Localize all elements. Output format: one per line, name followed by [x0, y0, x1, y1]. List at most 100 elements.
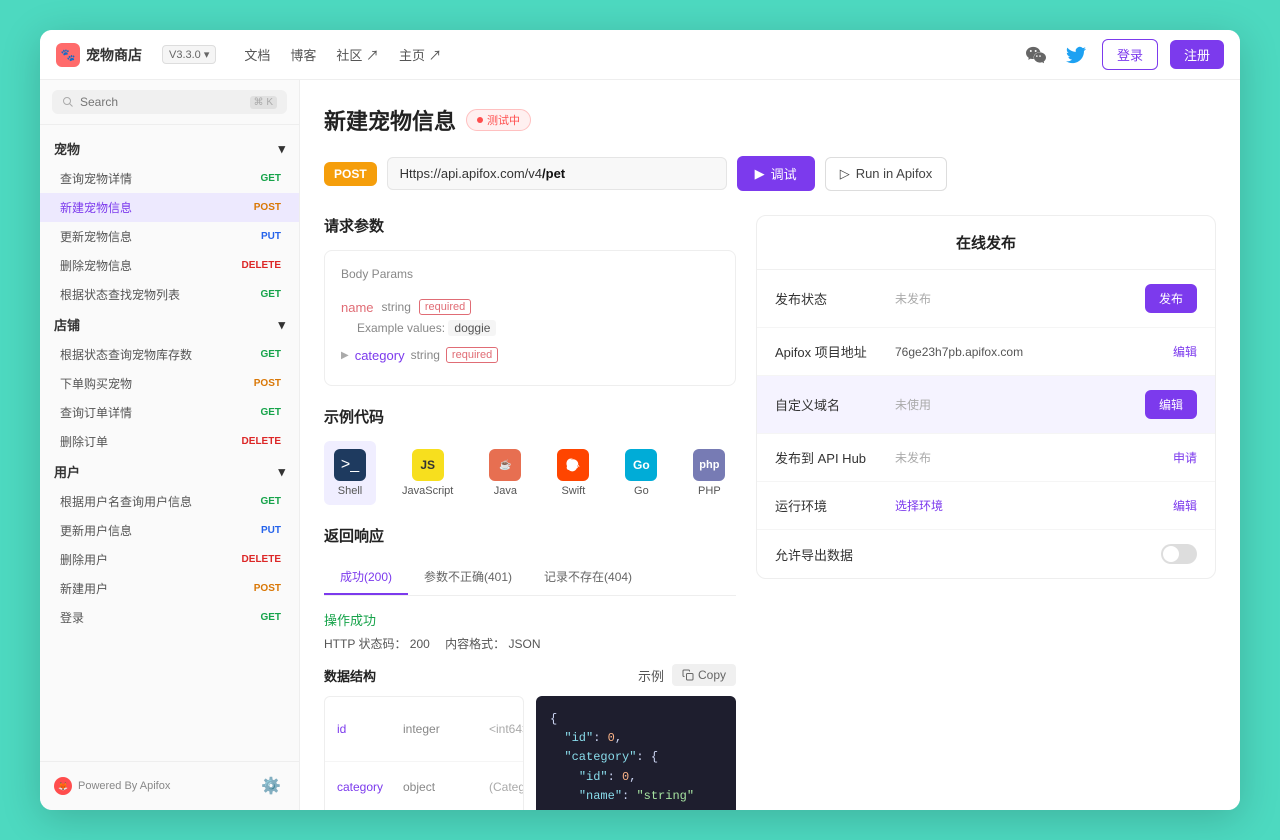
copy-button[interactable]: Copy — [672, 664, 736, 686]
code-tab-java-label: Java — [494, 485, 517, 497]
sidebar-item-new-user[interactable]: 新建用户 POST — [40, 574, 299, 603]
sidebar-item-delete-pet[interactable]: 删除宠物信息 DELETE — [40, 251, 299, 280]
json-line: "category": { — [550, 748, 722, 767]
data-struct-section: 数据结构 示例 Copy — [324, 664, 736, 810]
ds-header: 数据结构 示例 Copy — [324, 664, 736, 686]
php-icon: php — [693, 449, 725, 481]
publish-row-status: 发布状态 未发布 发布 — [757, 270, 1215, 328]
apply-hub-button[interactable]: 申请 — [1173, 449, 1197, 466]
sidebar-section-shop[interactable]: 店铺 ▾ — [40, 309, 299, 340]
sidebar-item-login[interactable]: 登录 GET — [40, 603, 299, 632]
main-content: 新建宠物信息 测试中 POST Https://api.apifox.com/v… — [300, 80, 1240, 810]
code-tab-shell[interactable]: >_ Shell — [324, 441, 376, 505]
param-cat-required: required — [446, 347, 498, 363]
json-line: "id": 0, — [550, 768, 722, 787]
sidebar-item-delete-user[interactable]: 删除用户 DELETE — [40, 545, 299, 574]
edit-domain-button[interactable]: 编辑 — [1145, 390, 1197, 419]
publish-row-env: 运行环境 选择环境 编辑 — [757, 482, 1215, 530]
sidebar-item-list-pet[interactable]: 根据状态查找宠物列表 GET — [40, 280, 299, 309]
sidebar-item-buy-pet[interactable]: 下单购买宠物 POST — [40, 369, 299, 398]
chevron-right-icon: ▶ — [341, 350, 349, 361]
edit-url-button[interactable]: 编辑 — [1173, 343, 1197, 360]
json-line: "id": 0, — [550, 729, 722, 748]
sidebar-item-query-user[interactable]: 根据用户名查询用户信息 GET — [40, 487, 299, 516]
sidebar: ⌘ K 宠物 ▾ 查询宠物详情 GET 新建宠物信息 POST 更新宠 — [40, 80, 300, 810]
publish-title: 在线发布 — [757, 216, 1215, 270]
sidebar-item-new-pet[interactable]: 新建宠物信息 POST — [40, 193, 299, 222]
code-tabs: >_ Shell JS JavaScript ☕ Java — [324, 441, 736, 505]
request-params-title: 请求参数 — [324, 215, 736, 236]
page-title-row: 新建宠物信息 测试中 — [324, 104, 1216, 136]
table-row: category object (Category) 可选 — [325, 762, 523, 810]
test-button[interactable]: ▶ 调试 — [737, 156, 815, 191]
param-example-row: Example values: doggie — [341, 321, 719, 335]
two-col-layout: 请求参数 Body Params name string required Ex… — [324, 215, 1216, 810]
nav-link-blog[interactable]: 博客 — [290, 45, 316, 64]
response-tabs: 成功(200) 参数不正确(401) 记录不存在(404) — [324, 560, 736, 596]
settings-icon[interactable]: ⚙️ — [257, 772, 285, 800]
status-badge: 测试中 — [466, 109, 531, 131]
sidebar-item-delete-order[interactable]: 删除订单 DELETE — [40, 427, 299, 456]
code-tab-php-label: PHP — [698, 485, 721, 497]
example-title: 示例 — [638, 666, 664, 685]
publish-button[interactable]: 发布 — [1145, 284, 1197, 313]
param-cat-name: category — [355, 348, 405, 363]
code-tab-go[interactable]: Go Go — [615, 441, 667, 505]
wechat-icon[interactable] — [1022, 41, 1050, 69]
run-button[interactable]: ▷ Run in Apifox — [825, 157, 948, 191]
code-examples-title: 示例代码 — [324, 406, 736, 427]
export-toggle[interactable] — [1161, 544, 1197, 564]
nav-link-docs[interactable]: 文档 — [244, 45, 270, 64]
sidebar-item-stock[interactable]: 根据状态查询宠物库存数 GET — [40, 340, 299, 369]
status-text: 测试中 — [487, 112, 520, 128]
search-input[interactable] — [80, 95, 250, 109]
code-tab-php[interactable]: php PHP — [683, 441, 735, 505]
code-tab-swift[interactable]: Swift — [547, 441, 599, 505]
code-tab-shell-label: Shell — [338, 485, 362, 497]
login-button[interactable]: 登录 — [1102, 39, 1158, 70]
main-col: 请求参数 Body Params name string required Ex… — [324, 215, 736, 810]
param-example-val: doggie — [448, 320, 496, 336]
sidebar-search-area: ⌘ K — [40, 80, 299, 125]
sidebar-section-user[interactable]: 用户 ▾ — [40, 456, 299, 487]
code-tab-go-label: Go — [634, 485, 649, 497]
sidebar-item-query-pet[interactable]: 查询宠物详情 GET — [40, 164, 299, 193]
code-examples-section: 示例代码 >_ Shell JS JavaScript ☕ — [324, 406, 736, 505]
json-example: { "id": 0, "category": { "id": 0, "name"… — [536, 696, 736, 810]
search-shortcut: ⌘ K — [250, 96, 277, 109]
publish-panel: 在线发布 发布状态 未发布 发布 Apifox 项目地址 76ge23h7pb.… — [756, 215, 1216, 579]
right-panel: 在线发布 发布状态 未发布 发布 Apifox 项目地址 76ge23h7pb.… — [756, 215, 1216, 810]
nav-right: 登录 注册 — [1022, 39, 1224, 70]
resp-tab-404[interactable]: 记录不存在(404) — [528, 560, 648, 595]
nav-link-community[interactable]: 社区 ↗ — [336, 45, 379, 64]
response-success-label: 操作成功 — [324, 610, 736, 629]
json-line: { — [550, 710, 722, 729]
swift-icon — [557, 449, 589, 481]
body-params-label: Body Params — [341, 267, 719, 281]
resp-tab-200[interactable]: 成功(200) — [324, 560, 408, 595]
resp-tab-401[interactable]: 参数不正确(401) — [408, 560, 528, 595]
publish-row-hub: 发布到 API Hub 未发布 申请 — [757, 434, 1215, 482]
sidebar-item-update-pet[interactable]: 更新宠物信息 PUT — [40, 222, 299, 251]
response-meta: HTTP 状态码： 200 内容格式： JSON — [324, 635, 736, 652]
status-dot — [477, 117, 483, 123]
sidebar-footer: 🦊 Powered By Apifox ⚙️ — [40, 761, 299, 810]
nav-brand: 🐾 宠物商店 — [56, 43, 142, 67]
nav-link-home[interactable]: 主页 ↗ — [399, 45, 442, 64]
twitter-icon[interactable] — [1062, 41, 1090, 69]
sidebar-item-order-detail[interactable]: 查询订单详情 GET — [40, 398, 299, 427]
sidebar-item-update-user[interactable]: 更新用户信息 PUT — [40, 516, 299, 545]
param-required-name: required — [419, 299, 471, 315]
page-title: 新建宠物信息 — [324, 104, 456, 136]
publish-row-export: 允许导出数据 — [757, 530, 1215, 578]
url-display: Https://api.apifox.com/v4/pet — [387, 157, 727, 190]
edit-env-button[interactable]: 编辑 — [1173, 497, 1197, 514]
param-name-name: name — [341, 300, 374, 315]
code-tab-java[interactable]: ☕ Java — [479, 441, 531, 505]
register-button[interactable]: 注册 — [1170, 40, 1224, 69]
version-badge[interactable]: V3.3.0 ▾ — [162, 45, 216, 64]
code-tab-javascript[interactable]: JS JavaScript — [392, 441, 463, 505]
sidebar-section-pet[interactable]: 宠物 ▾ — [40, 133, 299, 164]
top-nav: 🐾 宠物商店 V3.3.0 ▾ 文档 博客 社区 ↗ 主页 ↗ 登录 注册 — [40, 30, 1240, 80]
search-box[interactable]: ⌘ K — [52, 90, 287, 114]
